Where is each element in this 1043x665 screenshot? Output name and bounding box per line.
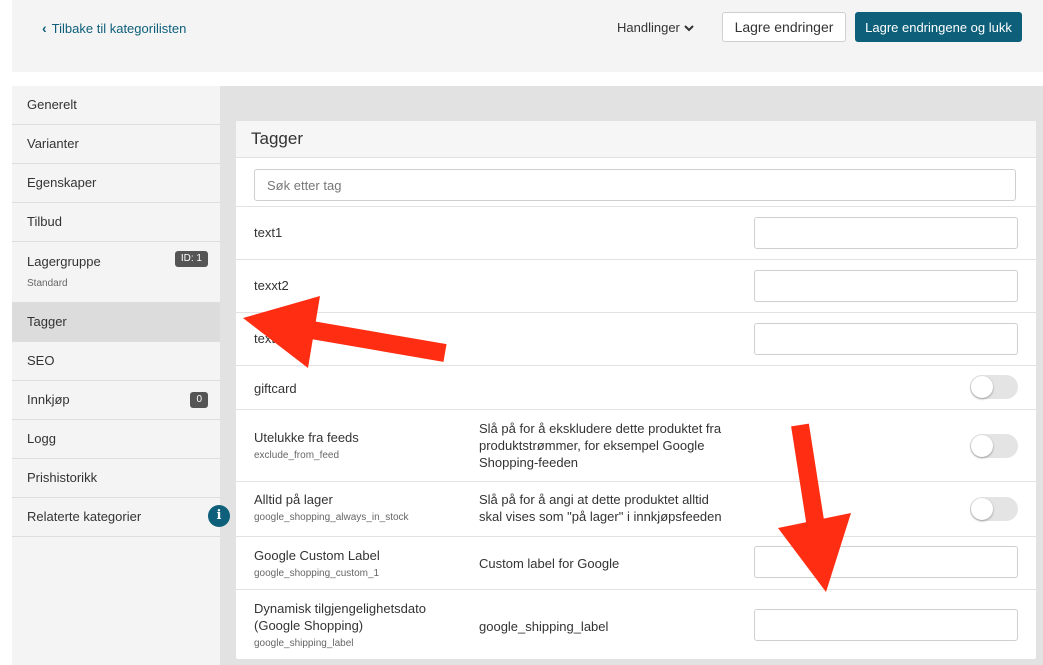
sidebar-item-label: Tagger — [27, 314, 67, 329]
sidebar-item-tagger[interactable]: Tagger — [12, 303, 220, 342]
tag-key: google_shopping_always_in_stock — [254, 512, 409, 523]
sidebar: Generelt Varianter Egenskaper Tilbud Lag… — [12, 86, 230, 665]
tag-name: Google Custom Label — [254, 548, 380, 563]
tag-row-giftcard: giftcard — [236, 366, 1036, 410]
search-row — [236, 158, 1036, 207]
sidebar-item-logg[interactable]: Logg — [12, 420, 220, 459]
tag-value-input[interactable] — [754, 217, 1018, 249]
sidebar-item-varianter[interactable]: Varianter — [12, 125, 220, 164]
tags-panel: Tagger text1 texxt2 text3 giftcard Utelu… — [236, 121, 1036, 659]
sidebar-item-prishistorikk[interactable]: Prishistorikk — [12, 459, 220, 498]
tag-name: text1 — [254, 225, 283, 240]
tag-value-input[interactable] — [754, 270, 1018, 302]
actions-label: Handlinger — [617, 20, 680, 35]
sidebar-item-label: Innkjøp — [27, 392, 70, 407]
tag-key: exclude_from_feed — [254, 450, 340, 461]
sidebar-item-label: SEO — [27, 353, 55, 368]
tag-description: google_shipping_label — [479, 619, 609, 634]
tag-row-google-custom-label: Google Custom Label google_shopping_cust… — [236, 537, 1036, 590]
back-to-category-list-link[interactable]: ‹ Tilbake til kategorilisten — [42, 20, 186, 36]
tag-key: google_shopping_custom_1 — [254, 568, 380, 579]
count-badge: 0 — [190, 392, 208, 408]
back-link-label: Tilbake til kategorilisten — [51, 20, 187, 36]
toggle-knob — [971, 376, 993, 398]
always-in-stock-toggle[interactable] — [970, 497, 1018, 521]
tag-name: Utelukke fra feeds — [254, 430, 359, 445]
sidebar-item-label: Generelt — [27, 97, 77, 112]
tag-value-input[interactable] — [754, 609, 1018, 641]
tag-name: giftcard — [254, 381, 297, 396]
sidebar-item-lagergruppe[interactable]: Lagergruppe Standard ID: 1 — [12, 242, 220, 303]
sidebar-item-label: Prishistorikk — [27, 470, 98, 485]
toggle-knob — [971, 435, 993, 457]
sidebar-item-sublabel: Standard — [27, 278, 68, 289]
sidebar-item-tilbud[interactable]: Tilbud — [12, 203, 220, 242]
tag-description: Slå på for å angi at dette produktet all… — [479, 492, 722, 524]
tag-row-texxt2: texxt2 — [236, 260, 1036, 313]
sidebar-item-innkjop[interactable]: Innkjøp 0 — [12, 381, 220, 420]
sidebar-item-seo[interactable]: SEO — [12, 342, 220, 381]
tag-row-text1: text1 — [236, 207, 1036, 260]
tag-name: Dynamisk tilgjengelighetsdato (Google Sh… — [254, 601, 426, 633]
sidebar-item-egenskaper[interactable]: Egenskaper — [12, 164, 220, 203]
sidebar-item-label: Varianter — [27, 136, 79, 151]
save-button[interactable]: Lagre endringer — [722, 12, 846, 42]
toggle-knob — [971, 498, 993, 520]
chevron-down-icon — [684, 24, 694, 31]
sidebar-item-relaterte-kategorier[interactable]: Relaterte kategorier i — [12, 498, 230, 537]
sidebar-item-label: Relaterte kategorier — [27, 509, 142, 524]
sidebar-item-label: Egenskaper — [27, 175, 97, 190]
top-bar: ‹ Tilbake til kategorilisten Handlinger … — [12, 0, 1043, 72]
tag-row-dynamic-availability: Dynamisk tilgjengelighetsdato (Google Sh… — [236, 590, 1036, 657]
tag-row-always-in-stock: Alltid på lager google_shopping_always_i… — [236, 482, 1036, 537]
exclude-from-feed-toggle[interactable] — [970, 434, 1018, 458]
tag-name: text3 — [254, 331, 283, 346]
save-and-close-button[interactable]: Lagre endringene og lukk — [855, 12, 1022, 42]
tag-description: Slå på for å ekskludere dette produktet … — [479, 421, 722, 470]
panel-title: Tagger — [236, 121, 1036, 158]
chevron-left-icon: ‹ — [42, 20, 47, 36]
tag-value-input[interactable] — [754, 323, 1018, 355]
sidebar-item-label: Logg — [27, 431, 56, 446]
id-badge: ID: 1 — [174, 251, 208, 267]
tag-search-input[interactable] — [254, 169, 1016, 201]
tag-name: Alltid på lager — [254, 492, 333, 507]
tag-key: google_shipping_label — [254, 638, 354, 649]
info-icon[interactable]: i — [208, 505, 230, 527]
sidebar-item-label: Tilbud — [27, 214, 62, 229]
giftcard-toggle[interactable] — [970, 375, 1018, 399]
sidebar-item-generelt[interactable]: Generelt — [12, 86, 220, 125]
tag-value-input[interactable] — [754, 546, 1018, 578]
tag-row-text3: text3 — [236, 313, 1036, 366]
sidebar-item-label: Lagergruppe — [27, 254, 101, 269]
actions-dropdown[interactable]: Handlinger — [617, 20, 694, 35]
tag-name: texxt2 — [254, 278, 289, 293]
tag-row-exclude-from-feed: Utelukke fra feeds exclude_from_feed Slå… — [236, 410, 1036, 482]
tag-description: Custom label for Google — [479, 556, 620, 571]
